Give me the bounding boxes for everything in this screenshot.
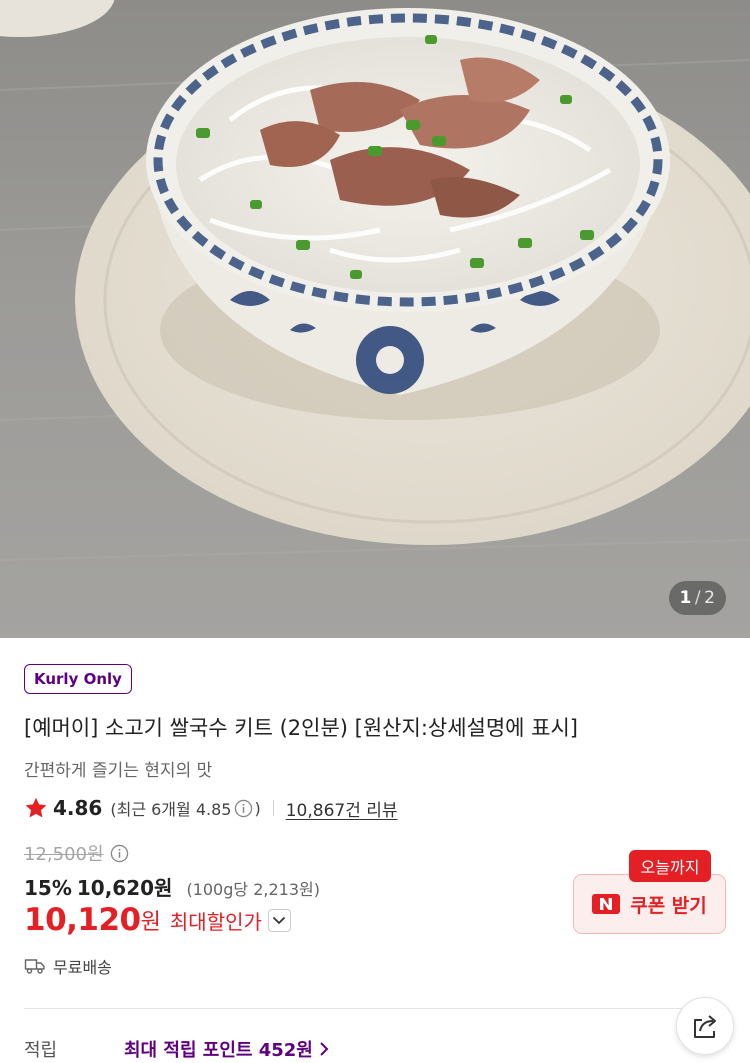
unit-price: (100g당 2,213원) [186, 880, 320, 899]
info-icon[interactable] [234, 799, 253, 818]
review-count-link[interactable]: 10,867건 리뷰 [286, 796, 398, 821]
product-image[interactable]: 1 / 2 [0, 0, 750, 638]
chevron-right-icon [320, 1042, 329, 1056]
chevron-down-icon [273, 916, 286, 924]
recent-rating-close: ) [254, 798, 261, 818]
info-icon[interactable] [110, 844, 129, 863]
coupon-deadline-tag: 오늘까지 [629, 850, 711, 882]
kurly-only-badge: Kurly Only [24, 664, 132, 694]
sale-price: 10,620원 [76, 876, 173, 900]
delivery-label: 무료배송 [53, 958, 112, 977]
section-divider [24, 1008, 726, 1009]
product-title: [예머이] 소고기 쌀국수 키트 (2인분) [원산지:상세설명에 표시] [24, 716, 579, 740]
naver-icon [592, 894, 621, 914]
rating-divider [272, 800, 274, 816]
rating-score: 4.86 [53, 796, 103, 820]
product-photo [0, 0, 750, 561]
share-button[interactable] [676, 997, 734, 1055]
current-page: 1 [679, 588, 692, 608]
truck-icon [24, 959, 45, 974]
image-page-indicator: 1 / 2 [669, 581, 726, 615]
original-price: 12,500원 [24, 844, 104, 865]
page-separator: / [694, 588, 702, 608]
points-label: 적립 [24, 1040, 58, 1061]
sale-price-row: 15% 10,620원 (100g당 2,213원) [24, 872, 320, 901]
points-value[interactable]: 최대 적립 포인트 452원 [124, 1036, 313, 1062]
product-subtitle: 간편하게 즐기는 현지의 맛 [24, 761, 213, 781]
coupon-button-label: 쿠폰 받기 [630, 894, 707, 917]
total-pages: 2 [704, 588, 716, 608]
max-discount-unit: 원 [140, 910, 161, 935]
original-price-row: 12,500원 [24, 840, 130, 866]
coupon-button[interactable]: 쿠폰 받기 [573, 874, 726, 934]
star-icon [25, 797, 47, 818]
share-icon [694, 1015, 716, 1038]
max-discount-toggle[interactable] [267, 908, 291, 932]
discount-rate: 15% [24, 876, 72, 900]
max-discount-price: 10,120 [24, 902, 141, 938]
recent-rating-text: (최근 6개월 4.85 [110, 800, 232, 819]
points-row[interactable]: 적립 최대 적립 포인트 452원 [24, 1036, 329, 1062]
max-discount-label: 최대할인가 [169, 909, 262, 934]
rating-row: 4.86 (최근 6개월 4.85 ) 10,867건 리뷰 [24, 794, 398, 822]
delivery-row: 무료배송 [24, 954, 112, 978]
recent-rating: (최근 6개월 4.85 ) [110, 796, 260, 820]
coupon-widget[interactable]: 오늘까지 쿠폰 받기 [573, 850, 726, 935]
max-discount-row[interactable]: 10,120 원 최대할인가 [24, 902, 291, 938]
